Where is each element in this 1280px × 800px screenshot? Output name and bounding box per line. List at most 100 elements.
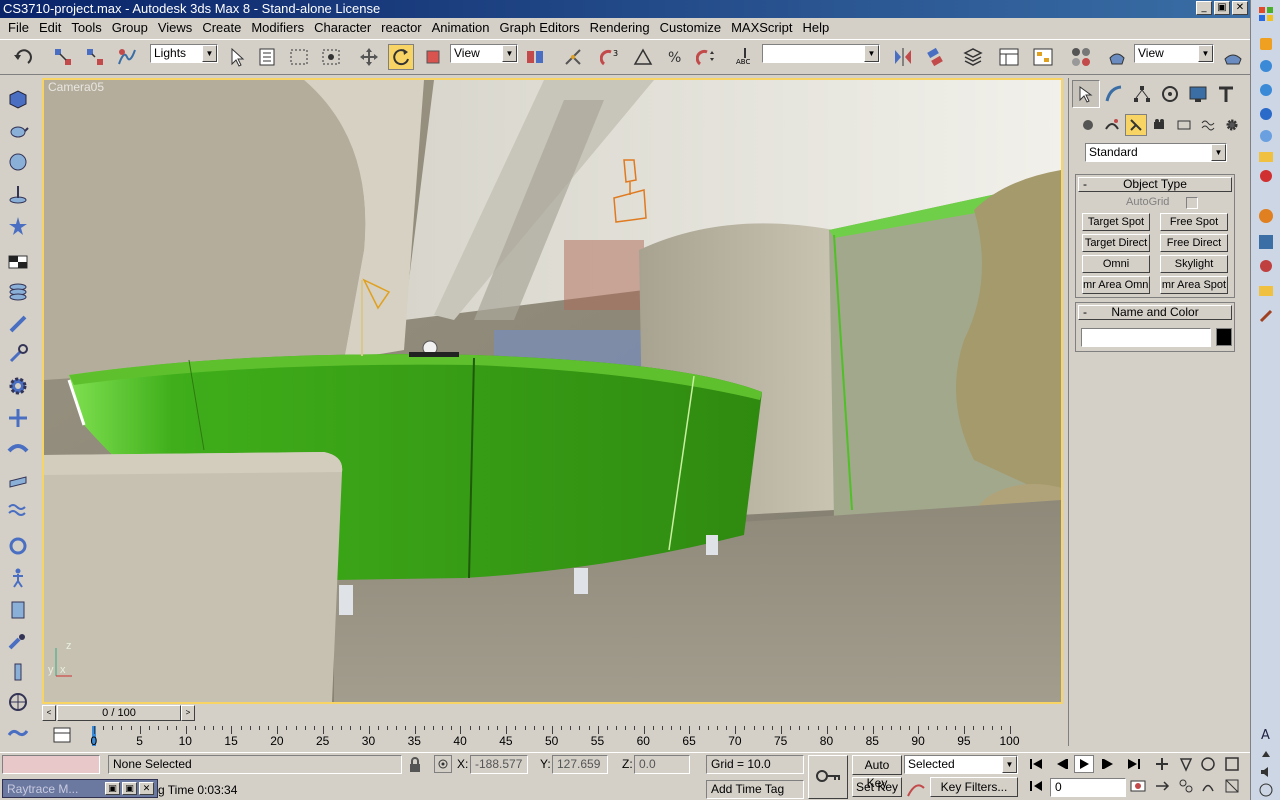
- undo-icon[interactable]: [10, 44, 36, 70]
- curve-editor-icon[interactable]: [996, 44, 1022, 70]
- reference-coordinate-dropdown[interactable]: View ▼: [450, 44, 518, 63]
- key-mode-dropdown[interactable]: Selected ▼: [904, 755, 1018, 774]
- ime-up-icon[interactable]: [1256, 744, 1276, 764]
- tab-create[interactable]: [1072, 80, 1100, 108]
- field-of-view-icon[interactable]: [1222, 777, 1242, 795]
- schematic-view-icon[interactable]: [1030, 44, 1056, 70]
- menu-rendering[interactable]: Rendering: [585, 19, 655, 37]
- app-ie3-icon[interactable]: [1256, 256, 1276, 276]
- menu-create[interactable]: Create: [197, 19, 246, 37]
- render-type-arrow[interactable]: ▼: [1198, 45, 1213, 62]
- selection-filter-dropdown[interactable]: Lights ▼: [150, 44, 218, 63]
- free-direct-button[interactable]: Free Direct: [1160, 234, 1228, 252]
- manipulate-icon[interactable]: [560, 44, 586, 70]
- wheel-icon[interactable]: [6, 690, 30, 714]
- time-config-icon[interactable]: [1128, 777, 1148, 795]
- speaker-icon[interactable]: [1256, 762, 1276, 782]
- raytrace-task-button[interactable]: Raytrace M... ▣ ▣ ✕: [2, 779, 158, 798]
- lights-icon[interactable]: [1125, 114, 1147, 136]
- maximize-button[interactable]: ▣: [1214, 1, 1230, 15]
- autogrid-checkbox[interactable]: [1186, 197, 1198, 209]
- go-to-end-icon[interactable]: [1124, 755, 1144, 773]
- object-type-header[interactable]: - Object Type: [1078, 177, 1232, 192]
- time-next-button[interactable]: >: [181, 705, 195, 721]
- menu-help[interactable]: Help: [797, 19, 834, 37]
- time-prev-button[interactable]: <: [42, 705, 56, 721]
- rotate-icon[interactable]: [388, 44, 414, 70]
- app-spiral-icon[interactable]: [1256, 126, 1276, 146]
- menu-reactor[interactable]: reactor: [376, 19, 426, 37]
- bind-to-space-warp-icon[interactable]: [114, 44, 140, 70]
- space-warps-icon[interactable]: [1197, 114, 1219, 136]
- task-maximize-button[interactable]: ▣: [122, 782, 137, 795]
- angle-snap-icon[interactable]: [630, 44, 656, 70]
- zoom-all-icon[interactable]: [1176, 755, 1196, 773]
- truck-icon[interactable]: [1198, 777, 1218, 795]
- roll-icon[interactable]: [1176, 777, 1196, 795]
- y-coordinate-field[interactable]: 127.659: [552, 755, 608, 774]
- layer-manager-icon[interactable]: [960, 44, 986, 70]
- time-slider-thumb[interactable]: 0 / 100: [57, 705, 181, 721]
- set-key-mode-icon[interactable]: [808, 755, 848, 799]
- name-and-color-toggle[interactable]: -: [1083, 306, 1087, 319]
- camera-viewport[interactable]: Camera05 z y x: [42, 78, 1063, 704]
- skylight-button[interactable]: Skylight: [1160, 255, 1228, 273]
- category-dropdown-arrow[interactable]: ▼: [1211, 144, 1226, 161]
- key-mode-arrow[interactable]: ▼: [1002, 756, 1017, 773]
- named-selection-dropdown[interactable]: ▼: [762, 44, 880, 63]
- key-filters-button[interactable]: Key Filters...: [930, 777, 1018, 797]
- free-spot-button[interactable]: Free Spot: [1160, 213, 1228, 231]
- menu-character[interactable]: Character: [309, 19, 376, 37]
- tab-display[interactable]: [1184, 80, 1212, 108]
- menu-file[interactable]: File: [3, 19, 34, 37]
- tape-icon[interactable]: [6, 342, 30, 366]
- mr-area-omni-button[interactable]: mr Area Omni: [1082, 276, 1150, 294]
- category-dropdown[interactable]: Standard ▼: [1085, 143, 1227, 162]
- menu-animation[interactable]: Animation: [427, 19, 495, 37]
- app-red-icon[interactable]: [1256, 166, 1276, 186]
- viewport-label[interactable]: Camera05: [48, 80, 104, 94]
- wave-icon[interactable]: [6, 498, 30, 522]
- minimize-button[interactable]: _: [1196, 1, 1212, 15]
- set-key-button[interactable]: Set Key: [852, 777, 902, 797]
- percent-snap-icon[interactable]: %: [662, 44, 688, 70]
- geometry-icon[interactable]: [1077, 114, 1099, 136]
- menu-maxscript[interactable]: MAXScript: [726, 19, 797, 37]
- checker-icon[interactable]: [6, 250, 30, 274]
- app-globe-icon[interactable]: [1256, 104, 1276, 124]
- select-by-name-icon[interactable]: [254, 44, 280, 70]
- move-icon[interactable]: [356, 44, 382, 70]
- shapes-icon[interactable]: [1101, 114, 1123, 136]
- download-icon[interactable]: [1256, 206, 1276, 226]
- ime-a-icon[interactable]: A: [1256, 724, 1276, 744]
- menu-group[interactable]: Group: [107, 19, 153, 37]
- menu-modifiers[interactable]: Modifiers: [246, 19, 309, 37]
- app-wand-icon[interactable]: [1256, 306, 1276, 326]
- edit-named-selection-icon[interactable]: ABC: [732, 44, 758, 70]
- render-type-dropdown[interactable]: View ▼: [1134, 44, 1214, 63]
- auto-key-button[interactable]: Auto Key: [852, 755, 902, 790]
- app-ie2-icon[interactable]: [1256, 80, 1276, 100]
- absolute-mode-icon[interactable]: [434, 755, 452, 773]
- previous-frame-icon[interactable]: [1052, 755, 1072, 773]
- menu-views[interactable]: Views: [153, 19, 197, 37]
- panel-icon[interactable]: [6, 598, 30, 622]
- tube-icon[interactable]: [6, 312, 30, 336]
- menu-graph-editors[interactable]: Graph Editors: [494, 19, 584, 37]
- window-crossing-icon[interactable]: [318, 44, 344, 70]
- key-mode-toggle-icon[interactable]: [1026, 777, 1046, 795]
- align-icon[interactable]: [922, 44, 948, 70]
- scale-icon[interactable]: [420, 44, 446, 70]
- curve-editor-mini-icon[interactable]: [52, 726, 72, 746]
- object-name-field[interactable]: [1081, 328, 1211, 347]
- app-ie-icon[interactable]: [1256, 56, 1276, 76]
- create-box-icon[interactable]: [6, 86, 30, 110]
- x-coordinate-field[interactable]: -188.577: [470, 755, 528, 774]
- named-selection-arrow[interactable]: ▼: [864, 45, 879, 62]
- object-color-swatch[interactable]: [1216, 328, 1232, 346]
- mr-area-spot-button[interactable]: mr Area Spot: [1160, 276, 1228, 294]
- close-button[interactable]: ✕: [1232, 1, 1248, 15]
- snap-toggle-icon[interactable]: 3: [598, 44, 624, 70]
- systems-icon[interactable]: [1221, 114, 1243, 136]
- quick-render-icon[interactable]: [1220, 44, 1246, 70]
